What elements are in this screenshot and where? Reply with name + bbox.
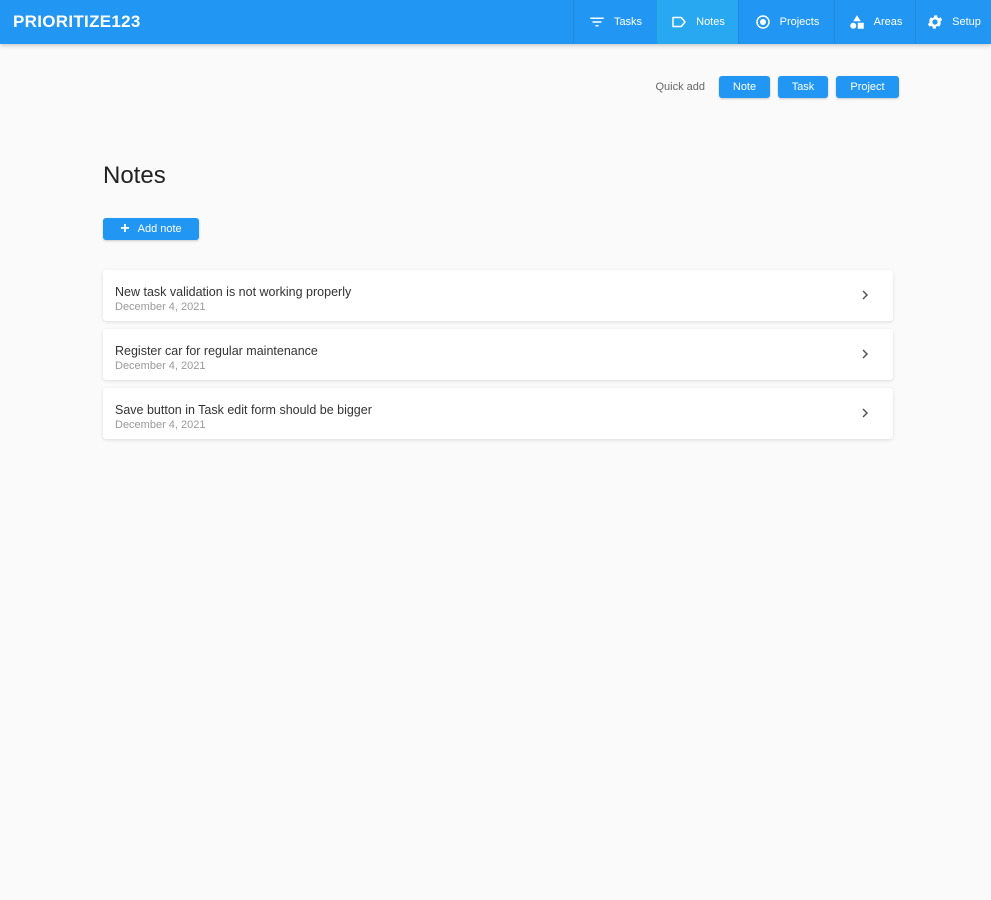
note-title: New task validation is not working prope…	[115, 285, 352, 299]
chevron-right-icon	[862, 349, 869, 359]
quick-add-project-button[interactable]: Project	[836, 76, 899, 98]
note-date: December 4, 2021	[115, 301, 206, 313]
target-icon	[754, 13, 772, 31]
quick-add-task-button[interactable]: Task	[778, 76, 828, 98]
nav-item-label: Tasks	[613, 16, 643, 28]
app-brand[interactable]: PRIORITIZE123	[0, 0, 573, 44]
nav-item-label: Setup	[952, 16, 981, 28]
add-note-button[interactable]: + Add note	[103, 218, 199, 240]
note-list-item[interactable]: Save button in Task edit form should be …	[103, 388, 893, 439]
nav-item-areas[interactable]: Areas	[834, 0, 915, 44]
chevron-right-icon	[862, 290, 869, 300]
note-date: December 4, 2021	[115, 360, 206, 372]
gear-icon	[926, 13, 944, 31]
nav-item-label: Projects	[779, 16, 820, 28]
app-bar: PRIORITIZE123 Tasks Notes Projects Areas	[0, 0, 991, 44]
nav-item-notes[interactable]: Notes	[656, 0, 738, 44]
label-icon	[670, 13, 688, 31]
nav-item-tasks[interactable]: Tasks	[573, 0, 656, 44]
main-nav: Tasks Notes Projects Areas Setup	[573, 0, 991, 44]
note-list-item[interactable]: Register car for regular maintenance Dec…	[103, 329, 893, 380]
note-list-item[interactable]: New task validation is not working prope…	[103, 270, 893, 321]
page-title: Notes	[103, 162, 166, 189]
notes-list: New task validation is not working prope…	[103, 270, 893, 447]
nav-item-setup[interactable]: Setup	[915, 0, 991, 44]
note-title: Save button in Task edit form should be …	[115, 403, 372, 417]
filter-icon	[588, 13, 606, 31]
note-title: Register car for regular maintenance	[115, 344, 318, 358]
quick-add-label: Quick add	[655, 81, 705, 93]
nav-item-label: Notes	[696, 16, 725, 28]
shapes-icon	[848, 13, 866, 31]
nav-item-projects[interactable]: Projects	[738, 0, 834, 44]
note-date: December 4, 2021	[115, 419, 206, 431]
nav-item-label: Areas	[873, 16, 903, 28]
chevron-right-icon	[862, 408, 869, 418]
plus-icon: +	[120, 220, 130, 237]
quick-add-note-button[interactable]: Note	[719, 76, 770, 98]
add-note-label: Add note	[137, 223, 182, 235]
quick-add-bar: Quick add Note Task Project	[655, 76, 899, 98]
